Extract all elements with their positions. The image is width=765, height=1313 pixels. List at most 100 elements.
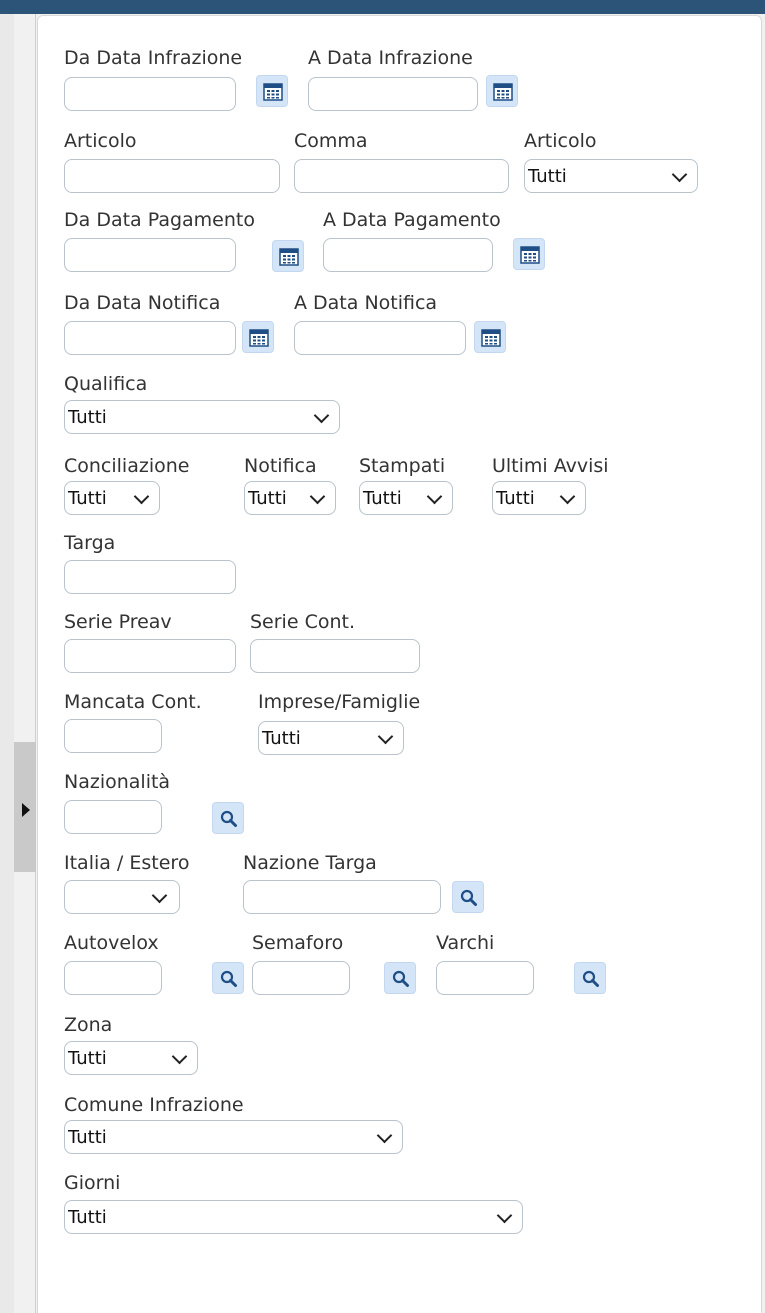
articolo-select-label: Articolo [524, 130, 597, 152]
varchi-search-button[interactable] [574, 962, 606, 994]
chevron-down-icon [133, 488, 150, 505]
calendar-icon [279, 248, 299, 266]
serie-preav-input[interactable] [64, 639, 236, 673]
semaforo-input[interactable] [252, 961, 350, 995]
autovelox-search-button[interactable] [212, 962, 244, 994]
comune-infrazione-select[interactable]: Tutti [64, 1120, 403, 1154]
conciliazione-select[interactable]: Tutti [64, 481, 160, 515]
comune-infrazione-select-value: Tutti [68, 1127, 107, 1148]
giorni-select-value: Tutti [68, 1207, 107, 1228]
notifica-label: Notifica [244, 455, 317, 477]
serie-cont-label: Serie Cont. [250, 611, 355, 633]
giorni-select[interactable]: Tutti [64, 1200, 523, 1234]
da-data-notifica-calendar-button[interactable] [242, 321, 274, 353]
chevron-down-icon [309, 488, 326, 505]
da-data-notifica-input[interactable] [64, 321, 236, 355]
comma-label: Comma [294, 130, 368, 152]
nazione-targa-search-button[interactable] [452, 881, 484, 913]
a-data-infrazione-calendar-button[interactable] [486, 75, 518, 107]
nazione-targa-input[interactable] [243, 880, 441, 914]
stampati-select[interactable]: Tutti [359, 481, 453, 515]
chevron-down-icon [376, 1127, 393, 1144]
calendar-icon [520, 246, 540, 264]
a-data-infrazione-label: A Data Infrazione [308, 47, 473, 69]
da-data-infrazione-input[interactable] [64, 77, 236, 111]
notifica-select[interactable]: Tutti [244, 481, 336, 515]
autovelox-input[interactable] [64, 961, 162, 995]
calendar-icon [493, 83, 513, 101]
comma-input[interactable] [294, 159, 509, 193]
comune-infrazione-label: Comune Infrazione [64, 1094, 244, 1116]
imprese-famiglie-label: Imprese/Famiglie [258, 691, 421, 713]
rail-divider [35, 14, 36, 1313]
chevron-down-icon [426, 488, 443, 505]
search-icon [220, 970, 237, 987]
a-data-notifica-input[interactable] [294, 321, 466, 355]
chevron-down-icon [151, 887, 168, 904]
autovelox-label: Autovelox [64, 932, 159, 954]
targa-label: Targa [64, 532, 116, 554]
calendar-icon [481, 329, 501, 347]
articolo-label: Articolo [64, 130, 137, 152]
chevron-down-icon [171, 1048, 188, 1065]
serie-preav-label: Serie Preav [64, 611, 172, 633]
calendar-icon [249, 329, 269, 347]
mancata-cont-input[interactable] [64, 719, 162, 753]
stampati-select-value: Tutti [363, 488, 402, 509]
imprese-famiglie-select-value: Tutti [262, 728, 301, 749]
search-icon [460, 889, 477, 906]
semaforo-label: Semaforo [252, 932, 344, 954]
articolo-select-value: Tutti [528, 166, 567, 187]
imprese-famiglie-select[interactable]: Tutti [258, 721, 404, 755]
a-data-notifica-label: A Data Notifica [294, 292, 438, 314]
a-data-infrazione-input[interactable] [308, 77, 478, 111]
qualifica-select-value: Tutti [68, 407, 107, 428]
da-data-pagamento-input[interactable] [64, 238, 236, 272]
chevron-down-icon [313, 407, 330, 424]
triangle-right-icon [22, 803, 30, 817]
search-icon [392, 970, 409, 987]
a-data-pagamento-input[interactable] [323, 238, 493, 272]
chevron-down-icon [377, 728, 394, 745]
semaforo-search-button[interactable] [384, 962, 416, 994]
a-data-pagamento-calendar-button[interactable] [513, 238, 545, 270]
da-data-infrazione-label: Da Data Infrazione [64, 47, 243, 69]
collapse-panel-toggle[interactable] [14, 742, 36, 872]
calendar-icon [263, 83, 283, 101]
nazionalita-label: Nazionalità [64, 771, 171, 793]
varchi-input[interactable] [436, 961, 534, 995]
qualifica-label: Qualifica [64, 373, 148, 395]
header-bar [0, 0, 765, 14]
zona-select[interactable]: Tutti [64, 1041, 198, 1075]
serie-cont-input[interactable] [250, 639, 420, 673]
mancata-cont-label: Mancata Cont. [64, 691, 202, 713]
filter-panel: Da Data Infrazione A Data Infrazione Art… [37, 15, 762, 1313]
nazionalita-input[interactable] [64, 800, 162, 834]
giorni-label: Giorni [64, 1172, 121, 1194]
articolo-select[interactable]: Tutti [524, 159, 698, 193]
nazionalita-search-button[interactable] [212, 802, 244, 834]
nazione-targa-label: Nazione Targa [243, 852, 377, 874]
zona-select-value: Tutti [68, 1048, 107, 1069]
stampati-label: Stampati [359, 455, 446, 477]
da-data-pagamento-calendar-button[interactable] [272, 240, 304, 272]
italia-estero-select[interactable] [64, 880, 180, 914]
qualifica-select[interactable]: Tutti [64, 400, 340, 434]
ultimi-avvisi-select[interactable]: Tutti [492, 481, 586, 515]
conciliazione-select-value: Tutti [68, 488, 107, 509]
da-data-pagamento-label: Da Data Pagamento [64, 209, 255, 231]
left-rail [0, 14, 14, 1313]
ultimi-avvisi-label: Ultimi Avvisi [492, 455, 609, 477]
articolo-input[interactable] [64, 159, 280, 193]
da-data-notifica-label: Da Data Notifica [64, 292, 221, 314]
notifica-select-value: Tutti [248, 488, 287, 509]
zona-label: Zona [64, 1014, 113, 1036]
search-icon [582, 970, 599, 987]
da-data-infrazione-calendar-button[interactable] [256, 75, 288, 107]
a-data-notifica-calendar-button[interactable] [474, 321, 506, 353]
varchi-label: Varchi [436, 932, 495, 954]
a-data-pagamento-label: A Data Pagamento [323, 209, 501, 231]
chevron-down-icon [559, 488, 576, 505]
ultimi-avvisi-select-value: Tutti [496, 488, 535, 509]
targa-input[interactable] [64, 560, 236, 594]
